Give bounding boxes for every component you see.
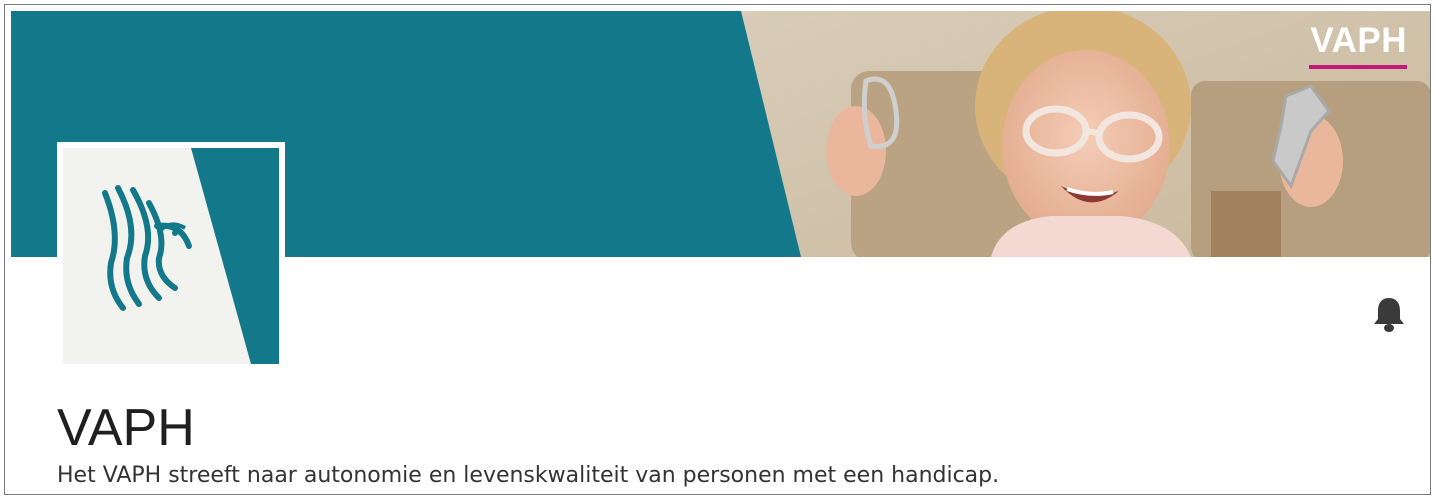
banner-brand-logo: VAPH [1310, 21, 1407, 60]
banner-brand-underline [1309, 65, 1407, 69]
notification-bell-icon[interactable] [1371, 295, 1407, 333]
flemish-lion-icon [63, 148, 279, 364]
page-description: Het VAPH streeft naar autonomie en leven… [57, 463, 1000, 488]
profile-card: VAPH VAPH Het VAPH streeft naar autonomi… [4, 4, 1431, 495]
profile-logo[interactable] [57, 142, 285, 370]
page-title: VAPH [57, 399, 195, 457]
